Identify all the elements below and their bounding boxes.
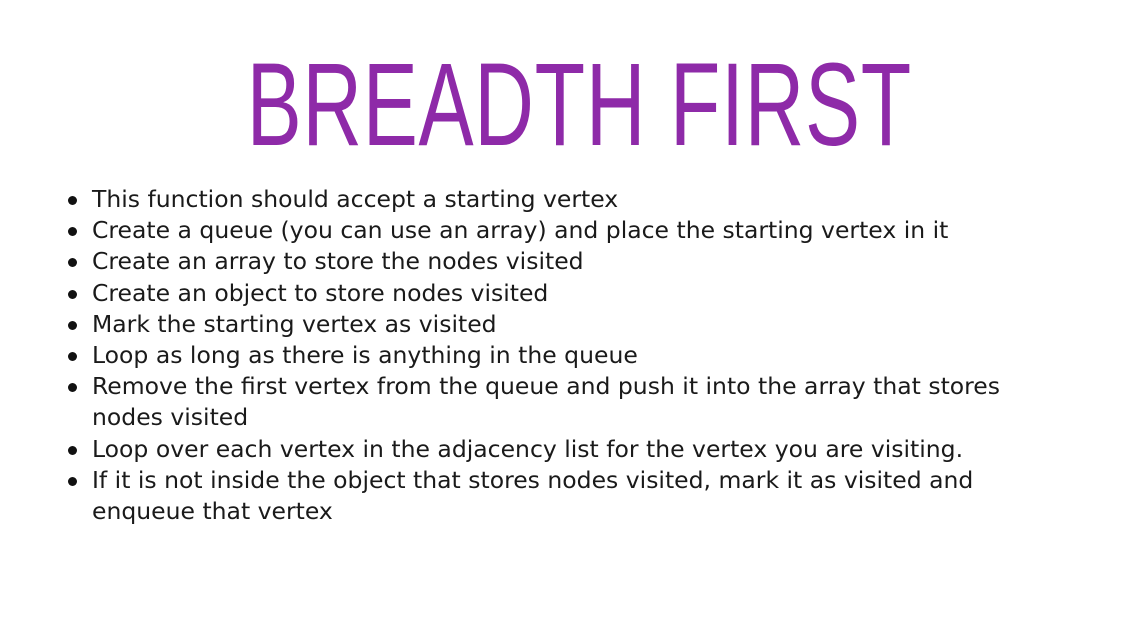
- bullet-text: This function should accept a starting v…: [92, 185, 619, 213]
- bullet-dot-icon: [68, 227, 77, 237]
- bullet-item: Remove the first vertex from the queue a…: [66, 371, 1076, 433]
- bullet-item: Loop as long as there is anything in the…: [66, 340, 1076, 371]
- bullet-item: If it is not inside the object that stor…: [66, 465, 1076, 527]
- bullet-text: Create an object to store nodes visited: [92, 278, 549, 307]
- bullet-text: Loop as long as there is anything in the…: [92, 341, 638, 370]
- bullet-text: Create a queue (you can use an array) an…: [92, 216, 949, 245]
- slide-title-text: BREADTH FIRST: [246, 39, 912, 171]
- bullet-dot-icon: [68, 445, 77, 455]
- bullet-item: Create an array to store the nodes visit…: [66, 246, 1076, 277]
- slide: BREADTH FIRST This function should accep…: [0, 0, 1136, 624]
- slide-title: BREADTH FIRST: [0, 40, 1136, 170]
- bullet-text: Remove the first vertex from the queue a…: [92, 372, 1001, 432]
- bullet-text: Create an array to store the nodes visit…: [92, 247, 584, 276]
- bullet-dot-icon: [68, 476, 77, 486]
- bullet-dot-icon: [68, 258, 77, 268]
- bullet-text: Mark the starting vertex as visited: [92, 309, 497, 338]
- bullet-item: This function should accept a starting v…: [66, 184, 1076, 215]
- bullet-list: This function should accept a starting v…: [66, 184, 1076, 527]
- bullet-item: Create an object to store nodes visited: [66, 278, 1076, 309]
- bullet-text: Loop over each vertex in the adjacency l…: [92, 434, 964, 463]
- bullet-dot-icon: [68, 289, 77, 299]
- bullet-item: Loop over each vertex in the adjacency l…: [66, 434, 1076, 465]
- bullet-text: If it is not inside the object that stor…: [92, 465, 974, 526]
- bullet-dot-icon: [68, 383, 77, 393]
- bullet-dot-icon: [68, 196, 77, 205]
- bullet-dot-icon: [68, 352, 77, 362]
- bullet-dot-icon: [68, 320, 77, 330]
- bullet-item: Mark the starting vertex as visited: [66, 309, 1076, 340]
- bullet-item: Create a queue (you can use an array) an…: [66, 215, 1076, 246]
